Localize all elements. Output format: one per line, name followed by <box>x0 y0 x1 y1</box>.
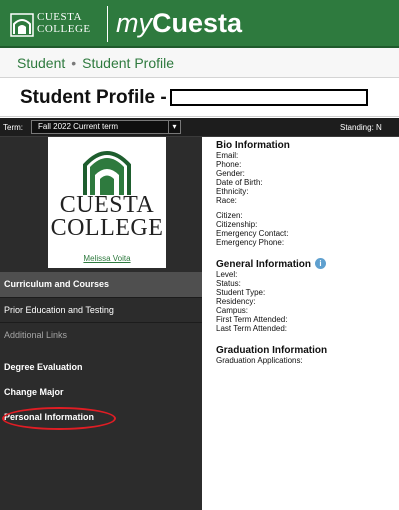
profile-card: CUESTA COLLEGE Melissa Voita <box>48 137 166 268</box>
term-bar: Term: Fall 2022 Current term ▾ Standing:… <box>0 118 399 137</box>
profile-content: Bio Information Email: Phone: Gender: Da… <box>216 140 399 365</box>
profile-logo-line1: CUESTA <box>59 192 155 218</box>
sidebar-item-curriculum-and-courses[interactable]: Curriculum and Courses <box>0 272 202 297</box>
general-field-last-term-attended: Last Term Attended: <box>216 324 288 333</box>
bio-field-race: Race: <box>216 196 237 205</box>
cuesta-college-logo[interactable]: CUESTA COLLEGE <box>10 9 110 39</box>
sidebar-item-change-major[interactable]: Change Major <box>0 380 202 405</box>
breadcrumb-student-profile[interactable]: Student Profile <box>82 55 174 71</box>
breadcrumb-student[interactable]: Student <box>17 55 65 71</box>
nav-gap <box>0 347 202 355</box>
general-field-residency: Residency: <box>216 297 256 306</box>
term-select[interactable]: Fall 2022 Current term ▾ <box>31 120 181 134</box>
logo-text-line1: CUESTA <box>37 11 82 23</box>
general-field-level: Level: <box>216 270 238 279</box>
bio-field-phone: Phone: <box>216 160 242 169</box>
general-field-first-term-attended: First Term Attended: <box>216 315 288 324</box>
bio-field-citizen: Citizen: <box>216 211 243 220</box>
info-icon[interactable]: i <box>315 258 327 269</box>
header-divider <box>107 6 108 42</box>
page-title-bar: Student Profile - <box>0 79 399 117</box>
bio-field-ethnicity: Ethnicity: <box>216 187 249 196</box>
page-title: Student Profile - <box>20 87 167 108</box>
app-header: CUESTA COLLEGE myCuesta <box>0 0 399 48</box>
bio-field-email: Email: <box>216 151 239 160</box>
app-title[interactable]: myCuesta <box>116 6 242 40</box>
general-field-status: Status: <box>216 279 241 288</box>
bio-field-date-of-birth: Date of Birth: <box>216 178 263 187</box>
logo-text-line2: COLLEGE <box>37 23 91 35</box>
highlight-annotation-ring <box>2 407 116 430</box>
app-title-brand: Cuesta <box>152 8 243 38</box>
sidebar-item-personal-information[interactable]: Personal Information <box>0 405 202 430</box>
bio-field-emergency-contact: Emergency Contact: <box>216 229 289 238</box>
cuesta-logo-icon <box>10 13 34 37</box>
profile-logo-line2: COLLEGE <box>50 215 164 241</box>
term-select-value: Fall 2022 Current term <box>38 122 119 131</box>
breadcrumb: Student • Student Profile <box>0 48 399 78</box>
sidebar-item-degree-evaluation[interactable]: Degree Evaluation <box>0 355 202 380</box>
chevron-down-icon: ▾ <box>168 121 180 133</box>
bio-information-title: Bio Information <box>216 140 290 151</box>
bio-field-citizenship: Citizenship: <box>216 220 258 229</box>
app-title-prefix: my <box>116 8 152 38</box>
student-name-link[interactable]: Melissa Voita <box>48 254 166 264</box>
sidebar-nav: Curriculum and Courses Prior Education a… <box>0 272 202 430</box>
sidebar-item-additional-links[interactable]: Additional Links <box>0 322 202 347</box>
general-field-campus: Campus: <box>216 306 249 315</box>
redacted-student-name <box>169 89 368 106</box>
general-information-title-text: General Information <box>216 259 312 270</box>
breadcrumb-separator: • <box>71 55 77 71</box>
bio-field-gender: Gender: <box>216 169 245 178</box>
general-information-title: General Information i <box>216 258 399 270</box>
term-label: Term: <box>3 123 23 132</box>
graduation-field-applications: Graduation Applications: <box>216 356 303 365</box>
graduation-information-title: Graduation Information <box>216 345 328 356</box>
standing-label: Standing: N <box>340 123 382 132</box>
bio-field-emergency-phone: Emergency Phone: <box>216 238 285 247</box>
general-field-student-type: Student Type: <box>216 288 266 297</box>
sidebar: CUESTA COLLEGE Melissa Voita Curriculum … <box>0 137 202 510</box>
sidebar-item-prior-education-and-testing[interactable]: Prior Education and Testing <box>0 297 202 322</box>
